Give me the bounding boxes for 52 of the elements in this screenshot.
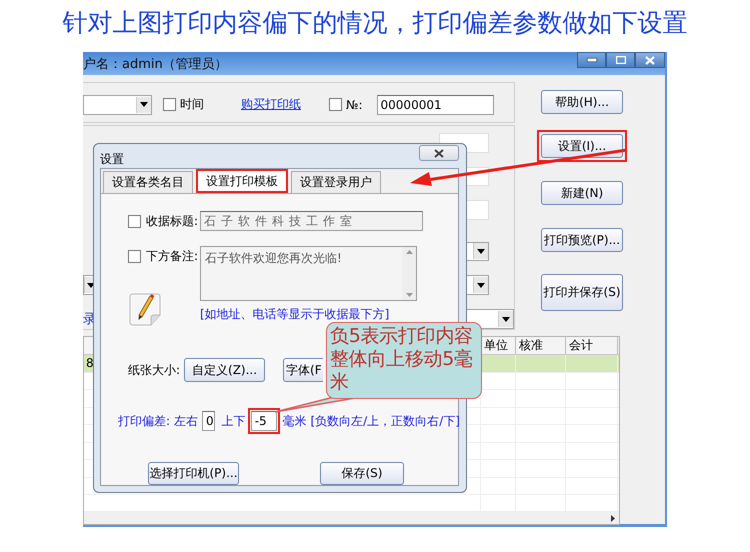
toolbar-button[interactable]: 新建(N) <box>541 181 623 205</box>
tab[interactable]: 设置打印模板 <box>196 169 288 193</box>
field-label: 上下 <box>222 412 246 430</box>
tab[interactable]: 设置登录用户 <box>291 171 381 193</box>
callout: 负5表示打印内容整体向上移动5毫米 <box>326 322 482 399</box>
maximize-button[interactable] <box>606 52 635 68</box>
heading: 针对上图打印内容偏下的情况，打印偏差参数做如下设置 <box>62 7 688 39</box>
hint-text: 毫米 [负数向左/上，正数向右/下] <box>282 412 460 430</box>
tab[interactable]: 设置各类名目 <box>103 171 193 193</box>
checkbox-label: 收据标题: <box>146 212 198 230</box>
scrollbar[interactable] <box>84 512 619 524</box>
close-icon <box>434 148 444 158</box>
checkbox[interactable] <box>128 250 141 262</box>
maximize-icon <box>616 56 626 64</box>
column-header: 核准 <box>516 337 566 354</box>
scroll-right-icon[interactable] <box>611 514 615 522</box>
title-field[interactable]: 石子软件科技工作室 <box>200 211 423 231</box>
checkbox[interactable] <box>329 98 342 111</box>
minimize-icon <box>586 58 596 62</box>
dropdown-arrow-icon[interactable] <box>477 248 485 254</box>
toolbar-button[interactable]: 设置(I)... <box>541 134 623 158</box>
close-button[interactable] <box>635 52 665 68</box>
close-icon <box>645 56 655 64</box>
dropdown-arrow-icon[interactable] <box>477 282 485 288</box>
link[interactable]: 购买打印纸 <box>241 96 301 113</box>
checkbox-label: 下方备注: <box>146 248 198 264</box>
dropdown-arrow-icon[interactable] <box>502 316 510 322</box>
window-title: 户名：admin（管理员） <box>83 56 228 72</box>
offset-field[interactable]: 0 <box>202 411 215 431</box>
checkbox-label: №: <box>346 98 363 112</box>
checkbox[interactable] <box>128 214 141 228</box>
dialog-button[interactable]: 选择打印机(P)... <box>148 462 239 485</box>
note-field[interactable]: 石子软件欢迎您再次光临! <box>200 246 417 301</box>
number-field[interactable]: 00000001 <box>376 94 494 114</box>
close-button[interactable] <box>419 145 459 161</box>
checkbox-label: 时间 <box>180 96 204 113</box>
dialog-title: 设置 <box>100 151 124 168</box>
offset-field[interactable]: -5 <box>250 411 277 431</box>
checkbox[interactable] <box>163 98 176 111</box>
toolbar-button[interactable]: 打印预览(P)... <box>541 228 623 252</box>
hint-text: [如地址、电话等显示于收据最下方] <box>200 306 390 323</box>
minimize-button[interactable] <box>577 52 606 68</box>
custom-size-button[interactable]: 自定义(Z)... <box>184 358 266 382</box>
dialog-button[interactable]: 保存(S) <box>320 462 404 485</box>
font-button[interactable]: 字体(F <box>283 358 324 382</box>
column-header: 会计 <box>566 337 618 354</box>
toolbar-button[interactable]: 打印并保存(S) <box>541 274 623 311</box>
pencil-icon <box>128 293 162 326</box>
dropdown-arrow-icon[interactable] <box>140 102 148 107</box>
field-label: 左右 <box>174 412 198 430</box>
toolbar-button[interactable]: 帮助(H)... <box>541 90 623 114</box>
field-label: 打印偏差: <box>118 412 170 430</box>
